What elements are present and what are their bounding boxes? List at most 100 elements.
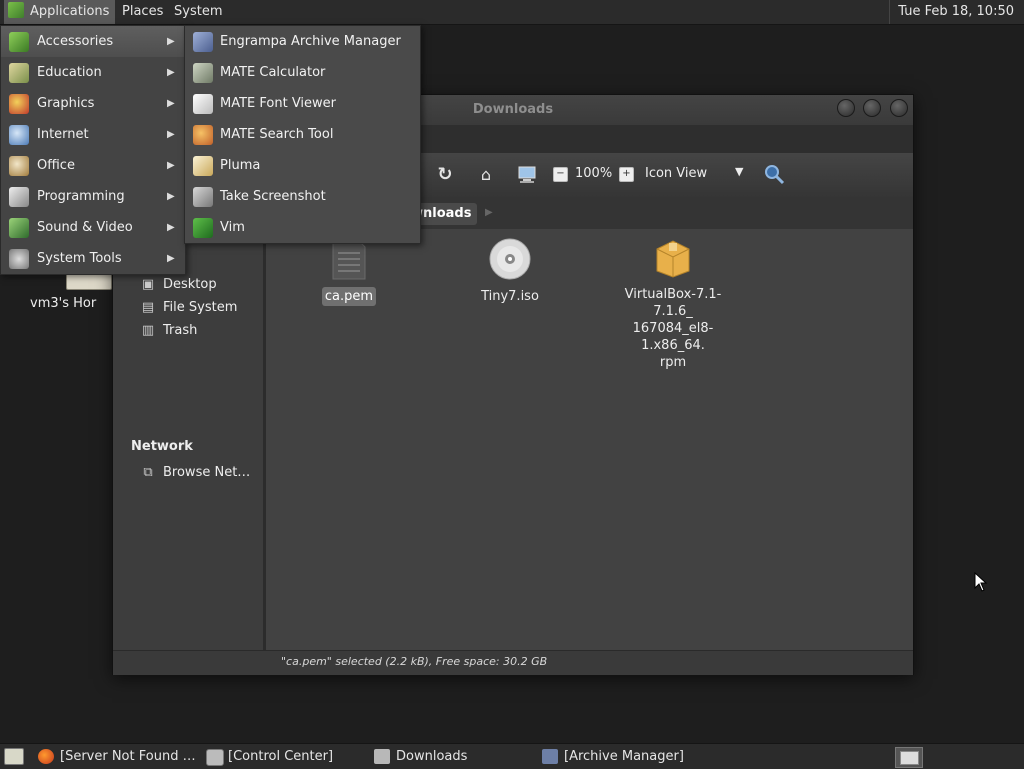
drive-icon: ▤ <box>141 300 155 315</box>
file-name: ca.pem <box>321 287 377 306</box>
taskbar-button[interactable]: [Server Not Found … <box>34 744 220 769</box>
sidebar-item-label: File System <box>163 300 238 315</box>
menu-item-search-tool[interactable]: MATE Search Tool <box>185 119 420 150</box>
menu-item-label: MATE Font Viewer <box>220 96 337 111</box>
sidebar-item-browse-network[interactable]: ⧉ Browse Net… <box>141 462 250 484</box>
file-item[interactable]: VirtualBox-7.1-7.1.6_ 167084_el8-1.x86_6… <box>609 237 737 372</box>
chevron-right-icon: ▶ <box>167 129 175 140</box>
system-menu[interactable]: System <box>168 0 228 24</box>
menu-category-sound-video[interactable]: Sound & Video ▶ <box>1 212 185 243</box>
menu-category-label: Education <box>37 65 102 80</box>
text-editor-icon <box>193 156 213 176</box>
chevron-right-icon: ▶ <box>167 160 175 171</box>
applications-label: Applications <box>30 4 110 19</box>
sidebar-item-drive[interactable]: ▤ File System <box>141 297 238 319</box>
applications-dropdown: Accessories ▶ Education ▶ Graphics ▶ Internet ▶… <box>0 25 186 275</box>
menu-category-system-tools[interactable]: System Tools ▶ <box>1 243 185 274</box>
firefox-icon <box>38 749 54 764</box>
menu-category-label: Programming <box>37 189 125 204</box>
programming-icon <box>9 187 29 207</box>
chevron-right-icon: ▶ <box>167 253 175 264</box>
taskbar-label: [Server Not Found … <box>60 749 196 764</box>
mate-logo-icon <box>8 2 24 18</box>
close-button[interactable] <box>890 99 908 117</box>
menu-item-label: Take Screenshot <box>220 189 326 204</box>
menu-category-label: Graphics <box>37 96 95 111</box>
clock[interactable]: Tue Feb 18, 10:50 <box>889 0 1020 24</box>
education-icon <box>9 63 29 83</box>
workspace-switcher[interactable] <box>895 747 923 768</box>
menu-category-office[interactable]: Office ▶ <box>1 150 185 181</box>
control-center-icon <box>206 749 224 766</box>
system-tools-icon <box>9 249 29 269</box>
zoom-level: 100% <box>575 166 613 181</box>
menu-item-vim[interactable]: Vim <box>185 212 420 243</box>
view-mode-select[interactable]: Icon View <box>645 166 707 181</box>
top-panel: Applications Places System Tue Feb 18, 1… <box>0 0 1024 25</box>
taskbar-label: Downloads <box>396 749 468 764</box>
taskbar-label: [Control Center] <box>228 749 334 764</box>
chevron-right-icon: ▶ <box>167 191 175 202</box>
status-bar: "ca.pem" selected (2.2 kB), Free space: … <box>113 650 913 675</box>
font-viewer-icon <box>193 94 213 114</box>
accessories-icon <box>9 32 29 52</box>
taskbar-button[interactable]: [Archive Manager] <box>538 744 744 769</box>
menu-category-programming[interactable]: Programming ▶ <box>1 181 185 212</box>
taskbar-button[interactable]: [Control Center] <box>202 744 388 769</box>
internet-icon <box>9 125 29 145</box>
sidebar-item-label: Desktop <box>163 277 217 292</box>
menu-category-internet[interactable]: Internet ▶ <box>1 119 185 150</box>
mouse-cursor-icon <box>974 572 988 592</box>
menu-item-label: Engrampa Archive Manager <box>220 34 401 49</box>
network-icon: ⧉ <box>143 465 153 480</box>
menu-item-screenshot[interactable]: Take Screenshot <box>185 181 420 212</box>
vim-icon <box>193 218 213 238</box>
applications-menu[interactable]: Applications <box>4 0 116 24</box>
chevron-right-icon: ▶ <box>167 222 175 233</box>
menu-item-label: MATE Calculator <box>220 65 326 80</box>
menu-item-text-editor[interactable]: Pluma <box>185 150 420 181</box>
show-desktop-icon[interactable] <box>4 748 24 765</box>
sidebar-item-trash[interactable]: ▥ Trash <box>141 320 198 342</box>
menu-category-label: Sound & Video <box>37 220 133 235</box>
trash-icon: ▥ <box>141 323 155 338</box>
minimize-button[interactable] <box>837 99 855 117</box>
menu-item-calculator[interactable]: MATE Calculator <box>185 57 420 88</box>
computer-icon[interactable] <box>517 165 537 185</box>
menu-item-archive-manager[interactable]: Engrampa Archive Manager <box>185 26 420 57</box>
chevron-right-icon[interactable]: ▶ <box>485 207 493 218</box>
file-item[interactable]: Tiny7.iso <box>450 237 570 306</box>
places-menu[interactable]: Places <box>116 0 169 24</box>
menu-item-label: Pluma <box>220 158 261 173</box>
search-icon[interactable] <box>763 163 785 185</box>
desktop-folder-icon: ▣ <box>141 277 155 292</box>
calculator-icon <box>193 63 213 83</box>
chevron-down-icon[interactable]: ▼ <box>735 165 743 178</box>
chevron-right-icon: ▶ <box>167 36 175 47</box>
file-item[interactable]: ca.pem <box>289 237 409 306</box>
maximize-button[interactable] <box>863 99 881 117</box>
zoom-in-button[interactable]: + <box>619 167 634 182</box>
status-text: "ca.pem" selected (2.2 kB), Free space: … <box>281 655 548 668</box>
zoom-out-button[interactable]: − <box>553 167 568 182</box>
file-view[interactable]: ca.pem Tiny7.iso VirtualBox-7.1-7.1.6_ 1… <box>266 229 913 650</box>
file-name: Tiny7.iso <box>481 289 539 304</box>
taskbar-button[interactable]: Downloads <box>370 744 556 769</box>
screenshot-icon <box>193 187 213 207</box>
menu-category-graphics[interactable]: Graphics ▶ <box>1 88 185 119</box>
menu-category-accessories[interactable]: Accessories ▶ <box>1 26 185 57</box>
chevron-right-icon: ▶ <box>167 67 175 78</box>
taskbar-label: [Archive Manager] <box>564 749 684 764</box>
disc-image-icon <box>489 238 531 280</box>
sidebar-item-label: Browse Net… <box>163 465 251 480</box>
home-icon[interactable]: ⌂ <box>476 165 496 185</box>
menu-item-font-viewer[interactable]: MATE Font Viewer <box>185 88 420 119</box>
menu-category-education[interactable]: Education ▶ <box>1 57 185 88</box>
sidebar-item-desktop-folder[interactable]: ▣ Desktop <box>141 274 217 296</box>
accessories-submenu: Engrampa Archive Manager MATE Calculator M… <box>184 25 421 244</box>
sidebar-item-label: Trash <box>163 323 198 338</box>
graphics-icon <box>9 94 29 114</box>
search-tool-icon <box>193 125 213 145</box>
chevron-right-icon: ▶ <box>167 98 175 109</box>
reload-icon[interactable]: ↻ <box>435 165 455 185</box>
